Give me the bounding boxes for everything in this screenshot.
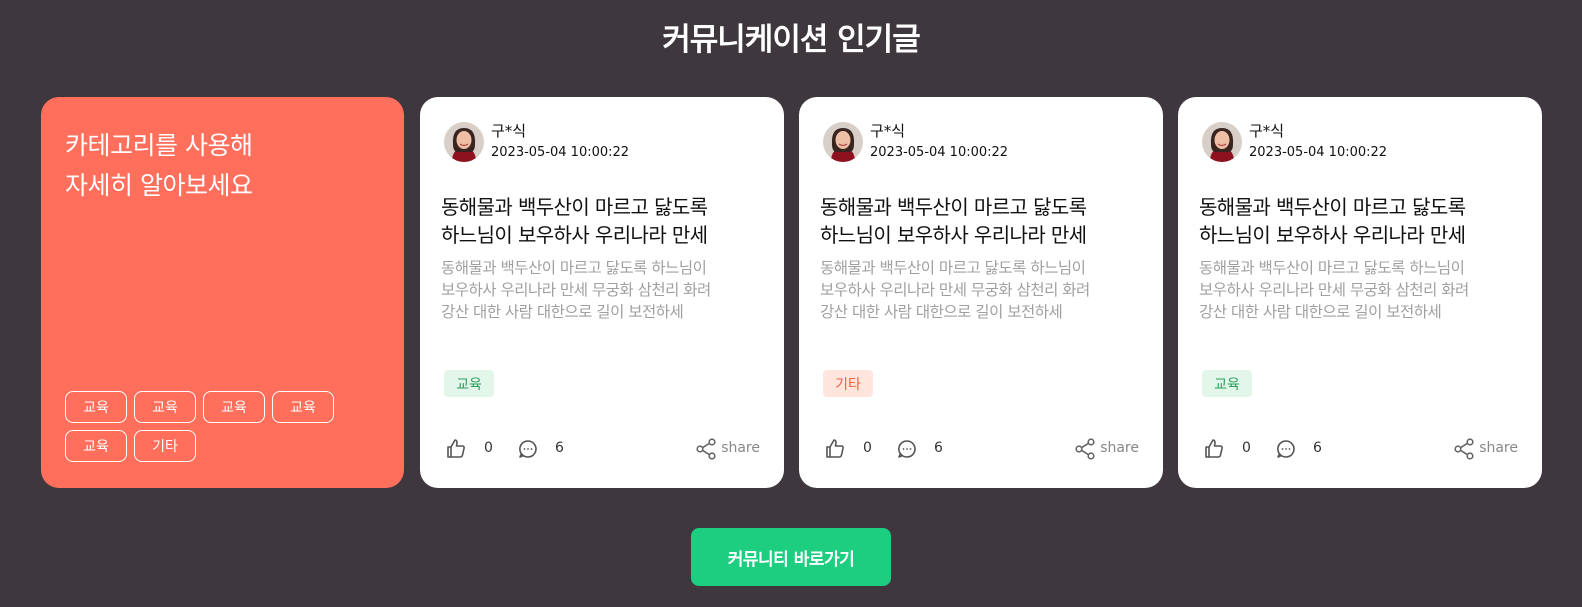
post-card[interactable]: 구*식 2023-05-04 10:00:22 동해물과 백두산이 마르고 닳도… xyxy=(799,97,1163,488)
post-card[interactable]: 구*식 2023-05-04 10:00:22 동해물과 백두산이 마르고 닳도… xyxy=(420,97,784,488)
category-tag[interactable]: 교육 xyxy=(1202,370,1252,397)
thumbs-up-icon[interactable] xyxy=(444,437,468,461)
post-excerpt-line: 강산 대한 사람 대한으로 길이 보전하세 xyxy=(441,303,684,321)
comment-count: 6 xyxy=(934,440,943,456)
author-name: 구*식 xyxy=(491,122,527,140)
post-excerpt-line: 동해물과 백두산이 마르고 닳도록 하느님이 xyxy=(820,259,1086,277)
post-title[interactable]: 동해물과 백두산이 마르고 닳도록 하느님이 보우하사 우리나라 만세 xyxy=(820,193,1150,249)
promo-line-2: 자세히 알아보세요 xyxy=(65,171,253,200)
share-icon[interactable] xyxy=(1452,437,1476,461)
avatar xyxy=(1202,122,1242,162)
thumbs-up-icon[interactable] xyxy=(823,437,847,461)
category-chip[interactable]: 기타 xyxy=(134,430,196,462)
post-date: 2023-05-04 10:00:22 xyxy=(1249,145,1388,160)
post-actions: 0 6 share xyxy=(823,437,1139,461)
share-button[interactable]: share xyxy=(721,440,760,456)
avatar xyxy=(823,122,863,162)
post-card[interactable]: 구*식 2023-05-04 10:00:22 동해물과 백두산이 마르고 닳도… xyxy=(1178,97,1542,488)
chat-bubble-icon[interactable] xyxy=(1274,437,1298,461)
category-tag[interactable]: 기타 xyxy=(823,370,873,397)
promo-line-1: 카테고리를 사용해 xyxy=(65,131,253,160)
post-date: 2023-05-04 10:00:22 xyxy=(870,145,1009,160)
category-chip[interactable]: 교육 xyxy=(272,391,334,423)
post-date: 2023-05-04 10:00:22 xyxy=(491,145,630,160)
community-shortcut-button[interactable]: 커뮤니티 바로가기 xyxy=(691,528,891,586)
category-tag[interactable]: 교육 xyxy=(444,370,494,397)
post-excerpt-line: 동해물과 백두산이 마르고 닳도록 하느님이 xyxy=(1199,259,1465,277)
post-title-line: 하느님이 보우하사 우리나라 만세 xyxy=(441,223,708,247)
comment-count: 6 xyxy=(555,440,564,456)
post-actions: 0 6 share xyxy=(444,437,760,461)
post-actions: 0 6 share xyxy=(1202,437,1518,461)
category-chip[interactable]: 교육 xyxy=(65,391,127,423)
like-count: 0 xyxy=(484,440,493,456)
share-icon[interactable] xyxy=(694,437,718,461)
post-excerpt: 동해물과 백두산이 마르고 닳도록 하느님이 보우하사 우리나라 만세 무궁화 … xyxy=(441,257,766,323)
share-icon[interactable] xyxy=(1073,437,1097,461)
like-count: 0 xyxy=(1242,440,1251,456)
category-promo-card: 카테고리를 사용해 자세히 알아보세요 교육 교육 교육 교육 교육 기타 xyxy=(41,97,404,488)
post-excerpt-line: 동해물과 백두산이 마르고 닳도록 하느님이 xyxy=(441,259,707,277)
post-excerpt-line: 강산 대한 사람 대한으로 길이 보전하세 xyxy=(820,303,1063,321)
post-excerpt-line: 보우하사 우리나라 만세 무궁화 삼천리 화려 xyxy=(441,281,711,299)
post-excerpt-line: 보우하사 우리나라 만세 무궁화 삼천리 화려 xyxy=(1199,281,1469,299)
chat-bubble-icon[interactable] xyxy=(895,437,919,461)
page-title: 커뮤니케이션 인기글 xyxy=(662,22,920,58)
chat-bubble-icon[interactable] xyxy=(516,437,540,461)
post-title-line: 동해물과 백두산이 마르고 닳도록 xyxy=(820,195,1087,219)
post-excerpt: 동해물과 백두산이 마르고 닳도록 하느님이 보우하사 우리나라 만세 무궁화 … xyxy=(820,257,1145,323)
post-excerpt-line: 강산 대한 사람 대한으로 길이 보전하세 xyxy=(1199,303,1442,321)
post-title-line: 동해물과 백두산이 마르고 닳도록 xyxy=(441,195,708,219)
post-excerpt-line: 보우하사 우리나라 만세 무궁화 삼천리 화려 xyxy=(820,281,1090,299)
like-count: 0 xyxy=(863,440,872,456)
share-button[interactable]: share xyxy=(1100,440,1139,456)
share-button[interactable]: share xyxy=(1479,440,1518,456)
avatar xyxy=(444,122,484,162)
author-name: 구*식 xyxy=(870,122,906,140)
post-title[interactable]: 동해물과 백두산이 마르고 닳도록 하느님이 보우하사 우리나라 만세 xyxy=(1199,193,1529,249)
post-title-line: 하느님이 보우하사 우리나라 만세 xyxy=(820,223,1087,247)
thumbs-up-icon[interactable] xyxy=(1202,437,1226,461)
category-chip[interactable]: 교육 xyxy=(134,391,196,423)
category-chip[interactable]: 교육 xyxy=(203,391,265,423)
author-name: 구*식 xyxy=(1249,122,1285,140)
post-title[interactable]: 동해물과 백두산이 마르고 닳도록 하느님이 보우하사 우리나라 만세 xyxy=(441,193,771,249)
comment-count: 6 xyxy=(1313,440,1322,456)
category-chip[interactable]: 교육 xyxy=(65,430,127,462)
post-excerpt: 동해물과 백두산이 마르고 닳도록 하느님이 보우하사 우리나라 만세 무궁화 … xyxy=(1199,257,1524,323)
post-title-line: 동해물과 백두산이 마르고 닳도록 xyxy=(1199,195,1466,219)
post-title-line: 하느님이 보우하사 우리나라 만세 xyxy=(1199,223,1466,247)
